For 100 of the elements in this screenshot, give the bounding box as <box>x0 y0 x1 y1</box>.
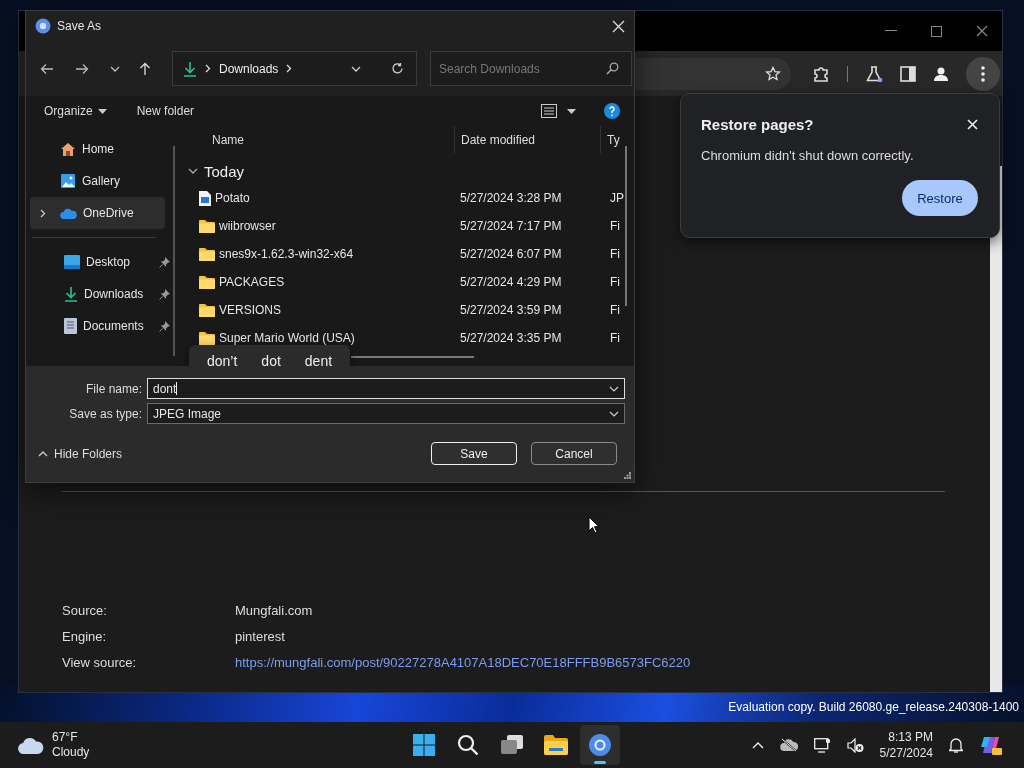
column-header[interactable]: Name <box>181 132 454 147</box>
breadcrumb[interactable]: Downloads <box>219 61 279 76</box>
column-header[interactable]: Ty <box>600 126 620 153</box>
search-field[interactable]: Search Downloads <box>430 51 632 86</box>
close-icon[interactable] <box>976 25 988 37</box>
list-view-icon[interactable] <box>541 104 557 118</box>
sidebar-item[interactable]: Gallery <box>30 165 165 197</box>
new-folder-button[interactable]: New folder <box>130 100 201 122</box>
chevron-right-icon[interactable] <box>40 208 46 218</box>
up-arrow-icon[interactable] <box>139 61 151 76</box>
flask-icon[interactable] <box>865 64 883 83</box>
refresh-icon[interactable] <box>391 62 404 75</box>
scrollbar[interactable] <box>173 146 175 356</box>
document-icon <box>64 318 77 334</box>
windows-logo-icon <box>413 734 435 756</box>
folder-icon <box>199 219 215 233</box>
file-name-cell[interactable]: Potato <box>181 190 441 206</box>
menu-icon[interactable] <box>966 56 1000 91</box>
taskbar-app[interactable] <box>580 725 620 765</box>
puzzle-icon[interactable] <box>812 64 830 83</box>
pin-icon[interactable] <box>159 320 170 332</box>
os-build-notice: Evaluation copy. Build 26080.ge_release.240308-1400 <box>728 700 1019 714</box>
star-icon[interactable] <box>765 65 781 82</box>
caret-icon[interactable] <box>567 108 576 114</box>
download-icon <box>183 60 197 77</box>
cloud-icon[interactable] <box>18 736 44 754</box>
date-cell-text: 5/27/2024 7:17 PM <box>459 219 563 233</box>
suggestion[interactable]: dot <box>249 353 293 369</box>
profile-icon[interactable] <box>933 65 949 82</box>
file-name-cell[interactable]: PACKAGES <box>181 275 441 289</box>
app-icon <box>35 18 51 34</box>
sidebar-item[interactable]: Desktop <box>30 246 170 278</box>
type-cell-text: Fi <box>609 331 620 345</box>
type-cell-text: Fi <box>609 247 620 261</box>
folder-icon <box>199 275 215 289</box>
pin-icon[interactable] <box>159 288 170 300</box>
chevron-down-icon[interactable] <box>351 65 361 72</box>
file-name-field[interactable]: dont <box>147 378 625 399</box>
suggestion[interactable]: don’t <box>195 353 250 369</box>
popup-title: Restore pages? <box>701 116 814 133</box>
file-name-cell[interactable]: VERSIONS <box>181 303 441 317</box>
task-view-icon <box>501 735 523 755</box>
back-arrow-icon[interactable] <box>40 62 54 75</box>
clock-time[interactable]: 8:13 PM <box>888 729 933 745</box>
scrollbar[interactable] <box>625 146 627 306</box>
hide-folders-button[interactable]: Hide Folders <box>38 446 123 461</box>
address-field[interactable]: Downloads <box>172 51 417 86</box>
chevron-right-icon <box>286 64 293 73</box>
search-icon <box>606 62 619 75</box>
type-cell-text: JP <box>609 191 624 205</box>
search-icon <box>457 734 479 756</box>
file-type-dropdown[interactable]: JPEG Image <box>147 403 625 424</box>
date-cell-text: 5/27/2024 3:28 PM <box>459 191 563 205</box>
chevron-right-icon <box>205 64 211 73</box>
file-name-cell[interactable]: snes9x-1.62.3-win32-x64 <box>181 247 441 261</box>
scrollbar[interactable] <box>351 356 474 358</box>
caret-icon <box>97 108 107 114</box>
minimize-icon[interactable] <box>885 30 897 32</box>
folder-icon <box>199 247 215 261</box>
resize-grip-icon[interactable] <box>624 472 631 479</box>
sidebar-item[interactable]: Documents <box>30 310 170 342</box>
temperature[interactable]: 67°F <box>52 730 90 745</box>
maximize-icon[interactable] <box>931 25 942 37</box>
file-name-cell[interactable]: wiibrowser <box>181 219 441 233</box>
cloud-icon <box>60 207 77 219</box>
sidebar-item[interactable]: Home <box>30 133 165 165</box>
detail-value: pinterest <box>235 628 286 646</box>
speaker-muted-icon[interactable] <box>846 737 864 753</box>
sidebar-item[interactable]: Downloads <box>30 278 170 310</box>
sidebar-item[interactable]: OneDrive <box>30 197 165 229</box>
help-icon[interactable] <box>604 103 620 119</box>
clock-date[interactable]: 5/27/2024 <box>879 745 933 761</box>
home-icon <box>60 141 76 157</box>
file-name-cell[interactable]: Super Mario World (USA) <box>181 331 441 345</box>
sidebar-icon[interactable] <box>900 65 916 82</box>
group-header[interactable]: Today <box>181 158 308 184</box>
chevron-up-icon <box>38 450 48 457</box>
weather-condition[interactable]: Cloudy <box>52 745 90 760</box>
pin-icon[interactable] <box>159 256 170 268</box>
date-cell-text: 5/27/2024 3:35 PM <box>459 331 563 345</box>
folder-icon <box>199 303 215 317</box>
cancel-button[interactable]: Cancel <box>531 442 617 465</box>
source-link[interactable]: https://mungfali.com/post/90227278A4107A18DEC70E18FFFB9B6573FC6220 <box>235 654 990 672</box>
bell-icon[interactable] <box>949 737 963 753</box>
forward-arrow-icon[interactable] <box>75 62 89 75</box>
organize-button[interactable]: Organize <box>38 100 113 122</box>
type-cell-text: Fi <box>609 219 620 233</box>
chevron-up-icon[interactable] <box>751 741 764 749</box>
cloud-off-icon[interactable] <box>779 738 798 752</box>
monitor-icon[interactable] <box>813 737 831 753</box>
restore-button[interactable]: Restore <box>902 180 978 216</box>
chevron-down-icon[interactable] <box>110 65 120 72</box>
save-button[interactable]: Save <box>431 442 517 465</box>
type-cell-text: Fi <box>609 303 620 317</box>
mouse-pointer-icon <box>588 516 600 534</box>
browser-icon <box>589 734 611 756</box>
column-header[interactable]: Date modified <box>454 126 600 153</box>
chevron-down-icon <box>188 168 198 174</box>
chevron-down-icon <box>609 410 619 417</box>
suggestion[interactable]: dent <box>292 353 345 369</box>
